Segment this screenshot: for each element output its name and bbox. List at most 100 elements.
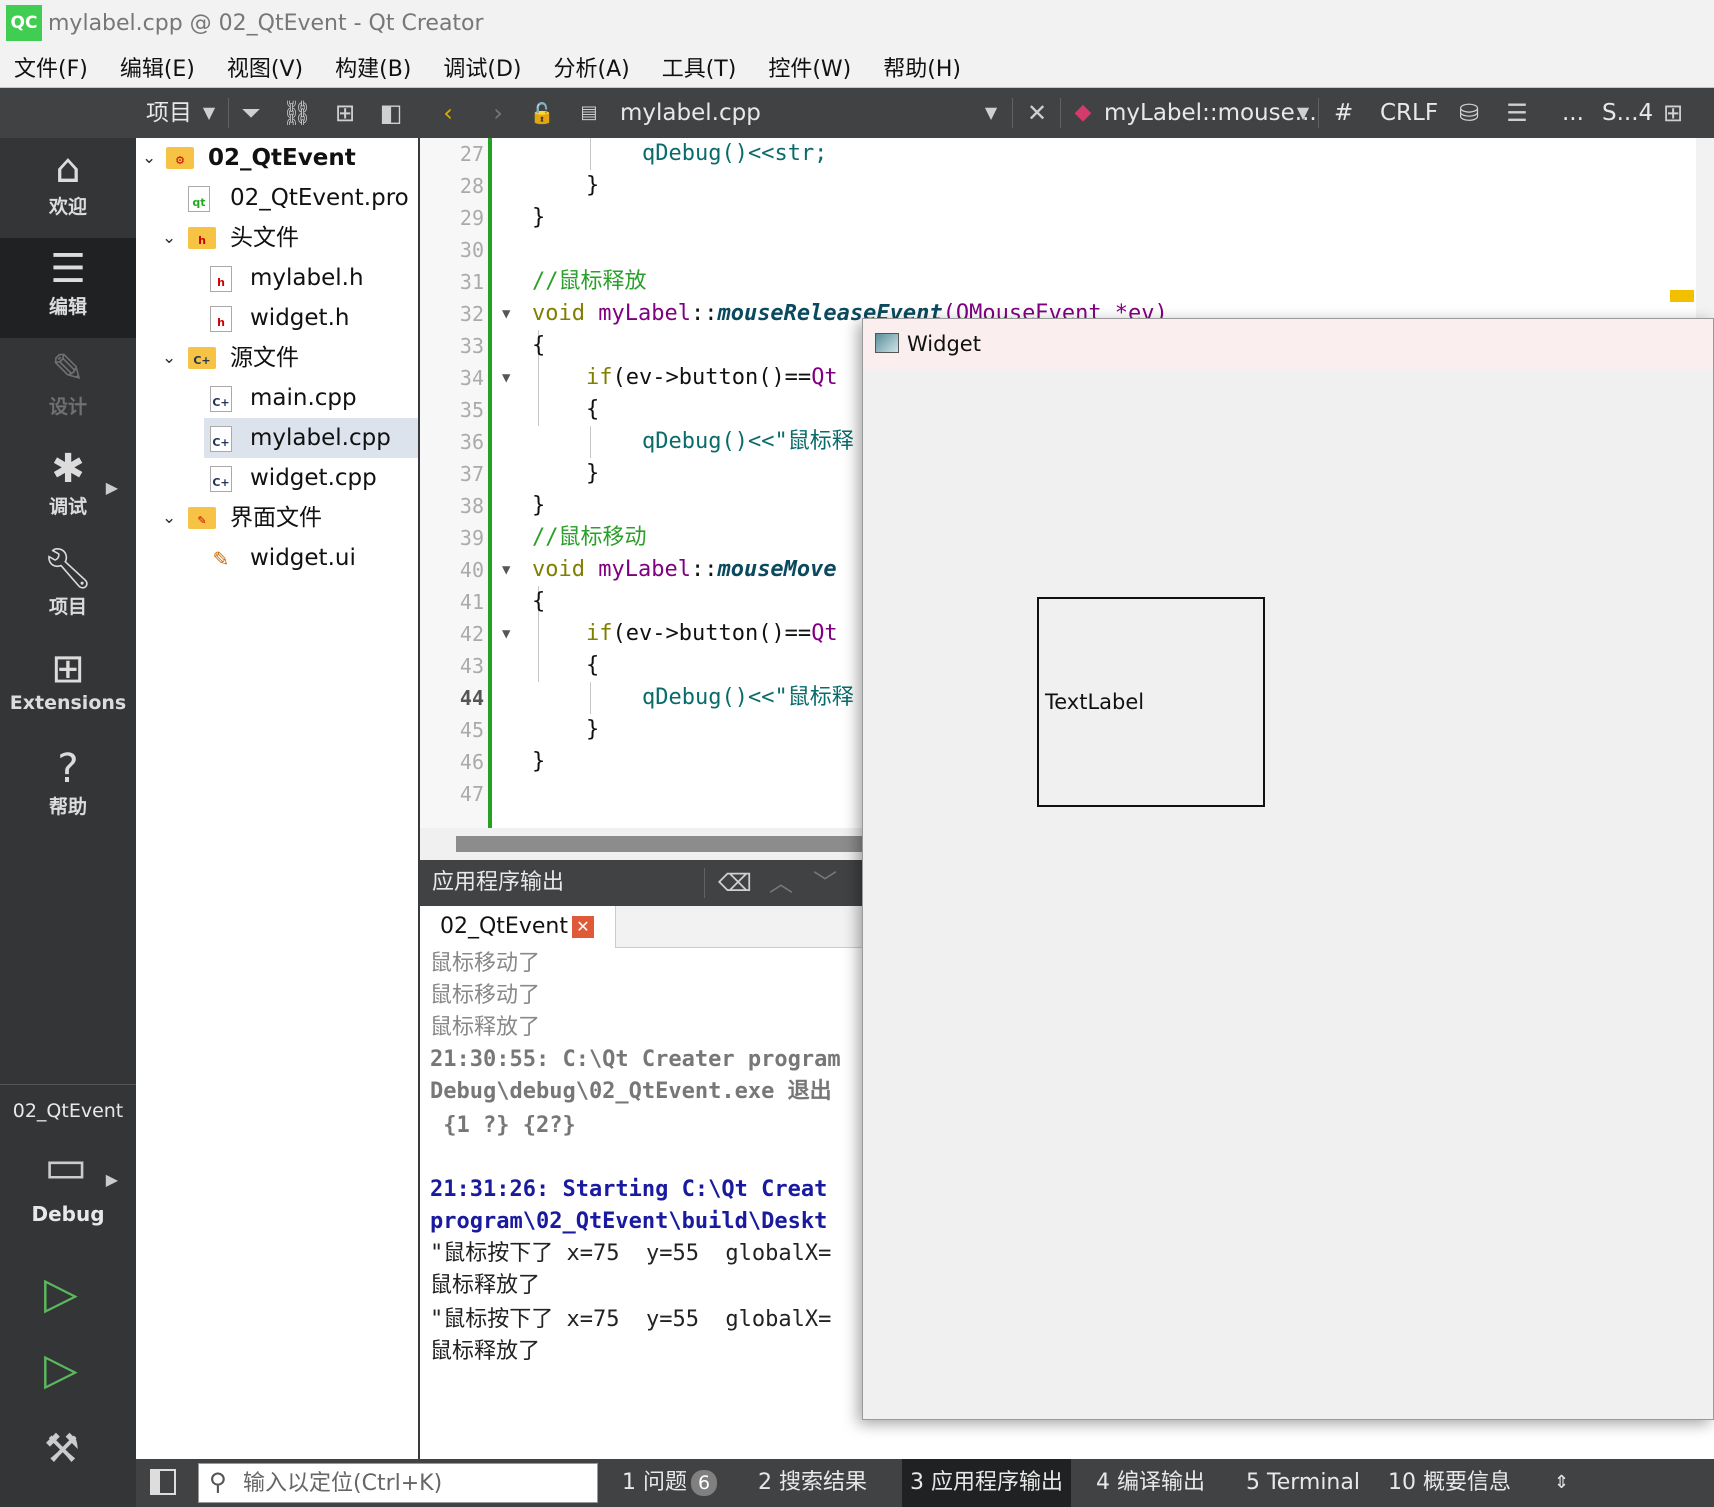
menu-build[interactable]: 构建(B) [335,51,411,83]
code-token: { [586,653,600,678]
hash-button[interactable]: # [1334,88,1353,138]
code-line: { [586,394,599,426]
clear-output-icon[interactable]: ⌫ [718,860,752,906]
fold-icon[interactable]: ▼ [502,618,510,650]
menu-file[interactable]: 文件(F) [14,51,88,83]
locator-input[interactable] [243,1466,583,1500]
link-icon[interactable]: ⛓ [280,88,314,138]
chevron-down-icon[interactable]: ▼ [196,88,222,138]
build-config[interactable]: Debug [0,1202,136,1226]
tree-headers[interactable]: ⌄ h 头文件 [136,218,418,258]
monitor-icon[interactable]: ▭ [40,1140,92,1192]
menu-edit[interactable]: 编辑(E) [120,51,195,83]
widget-window[interactable]: Widget TextLabel [862,318,1714,1420]
split-editor-icon[interactable]: ⊞ [1656,88,1690,138]
pen-icon: ✎ [51,346,85,392]
tree-item-mylabel-cpp[interactable]: C+ mylabel.cpp [204,418,418,458]
code-token: { [532,333,546,358]
code-token: } [586,717,600,742]
close-sidebar-icon[interactable]: ◧ [374,88,408,138]
menu-help[interactable]: 帮助(H) [883,51,961,83]
mode-projects[interactable]: 🔧︎ 项目 [0,538,136,638]
text-label-widget[interactable]: TextLabel [1037,597,1265,807]
indent-guide [590,682,591,714]
chevron-up-icon[interactable]: ︿ [766,860,796,906]
chevron-down-icon[interactable]: ⌄ [142,138,156,178]
menu-view[interactable]: 视图(V) [227,51,303,83]
line-number: 33 [459,334,484,358]
mode-welcome[interactable]: ⌂ 欢迎 [0,138,136,238]
filter-icon[interactable]: ⏷ [234,88,268,138]
tree-root[interactable]: ⌄ ⚙ 02_QtEvent [136,138,418,178]
tree-item-widget-ui[interactable]: ✎ widget.ui [136,538,418,578]
mode-help[interactable]: ? 帮助 [0,738,136,838]
mode-extensions[interactable]: ⊞ Extensions [0,638,136,738]
chevron-down-icon[interactable]: ⌄ [162,498,176,538]
output-line: 鼠标移动了 [430,951,541,976]
wrench-icon: 🔧︎ [42,546,94,592]
chevron-down-icon[interactable]: ⌄ [162,218,176,258]
outline-icon[interactable]: ☰ [1500,88,1534,138]
more-button[interactable]: ... [1562,88,1584,138]
tree-forms[interactable]: ⌄ ✎ 界面文件 [136,498,418,538]
output-tab[interactable]: 02_QtEvent ✕ [420,906,616,948]
menu-analyze[interactable]: 分析(A) [554,51,630,83]
chevron-down-icon[interactable]: ▼ [978,88,1004,138]
tree-item-widget-h[interactable]: h widget.h [136,298,418,338]
symbol-selector[interactable]: myLabel::mouse... [1104,88,1317,138]
mode-debug[interactable]: ✱ 调试 ▶ [0,438,136,538]
toggle-sidebar-icon[interactable] [150,1469,176,1495]
tree-item-mylabel-h[interactable]: h mylabel.h [136,258,418,298]
code-token: :: [690,557,718,582]
code-line: { [532,586,545,618]
debug-run-icon[interactable]: ▷ [44,1344,78,1395]
code-token: { [532,589,546,614]
menu-debug[interactable]: 调试(D) [443,51,521,83]
line-number-gutter: 27 28 29 30 31 32 33 34 35 36 37 38 39 4… [420,138,488,828]
close-icon[interactable]: ✕ [572,916,594,938]
line-number: 30 [459,238,484,262]
project-tree: ⌄ ⚙ 02_QtEvent qt 02_QtEvent.pro ⌄ h 头文件… [136,138,420,1459]
menu-controls[interactable]: 控件(W) [768,51,851,83]
status-tab-issues[interactable]: 1 问题 6 [614,1459,725,1507]
widget-title-bar[interactable]: Widget [863,319,1713,369]
run-icon[interactable]: ▷ [44,1268,78,1319]
code-model-icon[interactable]: ⛁ [1452,88,1486,138]
open-file-name[interactable]: mylabel.cpp [620,88,761,138]
chevron-down-icon[interactable]: ⌄ [162,338,176,378]
chevron-right-icon: ▶ [105,478,118,497]
build-hammer-icon[interactable]: ⚒ [44,1426,80,1472]
tree-item-main-cpp[interactable]: C+ main.cpp [136,378,418,418]
status-tab-app-output[interactable]: 3 应用程序输出 [902,1459,1071,1507]
project-view-selector[interactable]: 项目 [146,88,192,138]
forward-icon[interactable]: › [482,88,514,138]
fold-icon[interactable]: ▼ [502,362,510,394]
chevron-down-icon[interactable]: ﹀ [810,860,840,906]
status-tab-terminal[interactable]: 5 Terminal [1238,1459,1368,1507]
cursor-position[interactable]: S...4 [1602,88,1653,138]
locator: ⚲ [198,1463,598,1503]
tree-sources[interactable]: ⌄ C+ 源文件 [136,338,418,378]
mode-design[interactable]: ✎ 设计 [0,338,136,438]
tree-item-widget-cpp[interactable]: C+ widget.cpp [136,458,418,498]
tree-item-pro[interactable]: qt 02_QtEvent.pro [136,178,418,218]
fold-icon[interactable]: ▼ [502,298,510,330]
output-line: 鼠标移动了 [430,983,541,1008]
line-number: 42 [459,622,484,646]
status-tab-search-results[interactable]: 2 搜索结果 [750,1459,875,1507]
split-icon[interactable]: ⊞ [328,88,362,138]
back-icon[interactable]: ‹ [432,88,464,138]
close-document-icon[interactable]: ✕ [1018,88,1056,138]
output-line: 鼠标释放了 [430,1273,541,1298]
mode-edit[interactable]: ☰ 编辑 [0,238,136,338]
up-down-arrows-icon[interactable]: ⇕ [1546,1459,1577,1507]
code-token: ()<<"鼠标释 [721,685,854,710]
line-ending-selector[interactable]: CRLF [1380,88,1438,138]
status-tab-general-messages[interactable]: 10 概要信息 [1380,1459,1519,1507]
menu-tools[interactable]: 工具(T) [662,51,737,83]
status-tab-compile-output[interactable]: 4 编译输出 [1088,1459,1213,1507]
chevron-down-icon[interactable]: ▼ [1294,88,1312,138]
fold-icon[interactable]: ▼ [502,554,510,586]
code-token: void [532,301,585,326]
code-token: (ev->button()== [612,621,812,646]
